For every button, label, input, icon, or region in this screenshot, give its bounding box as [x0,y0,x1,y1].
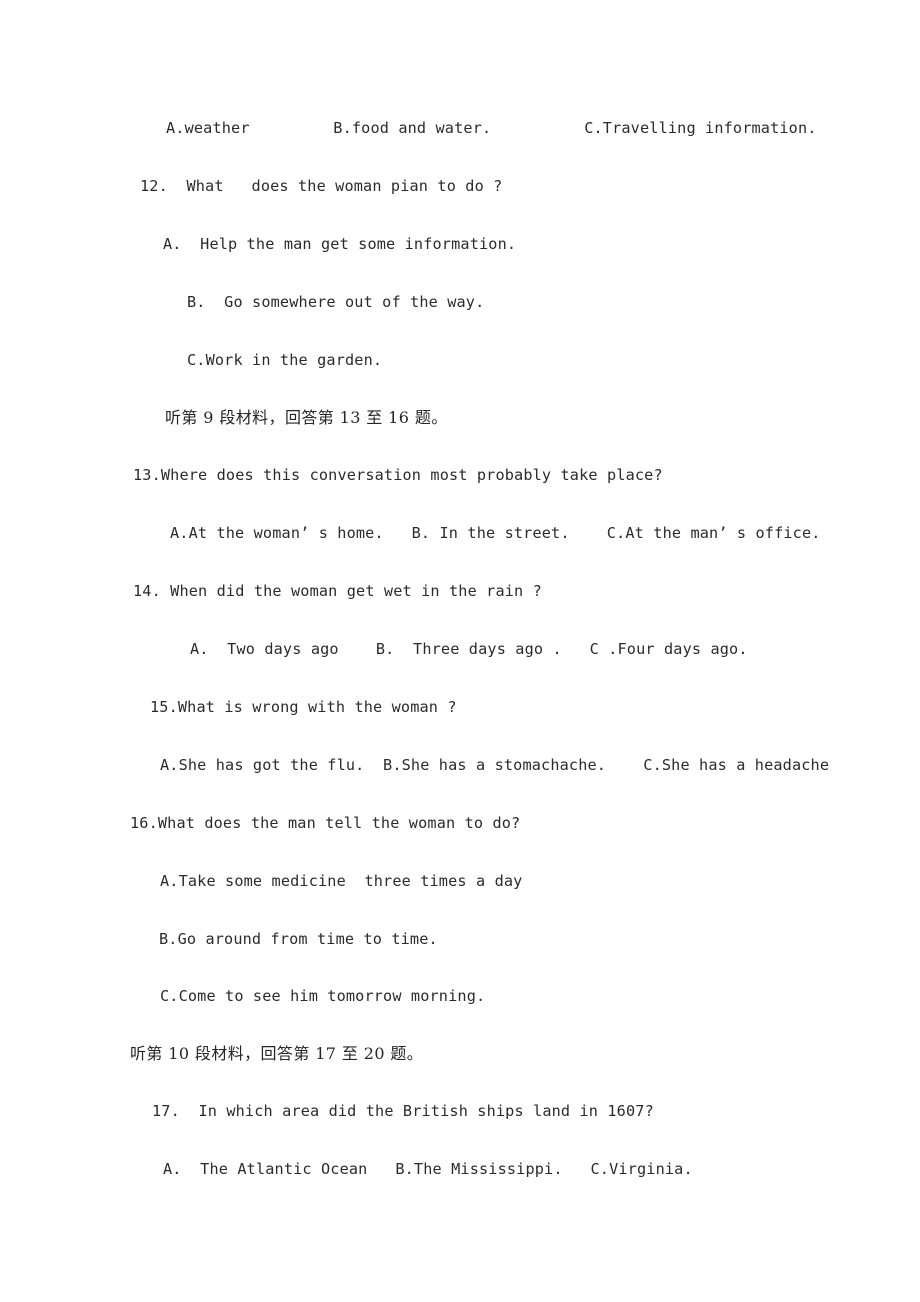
section-10-header: 听第 10 段材料，回答第 17 至 20 题。 [130,1044,424,1063]
q12-stem: 12. What does the woman pian to do ? [140,177,503,195]
q16-option-c: C.Come to see him tomorrow morning. [160,987,486,1005]
q15-stem: 15.What is wrong with the woman ? [150,698,457,716]
q12-option-c: C.Work in the garden. [187,351,383,369]
q14-stem: 14. When did the woman get wet in the ra… [133,582,542,600]
q16-option-a: A.Take some medicine three times a day [160,872,523,890]
section-9-header: 听第 9 段材料，回答第 13 至 16 题。 [165,408,448,427]
q13-options: A.At the woman’ s home. B. In the street… [170,524,821,542]
q13-stem: 13.Where does this conversation most pro… [133,466,663,484]
q16-option-b: B.Go around from time to time. [159,930,438,948]
q15-options: A.She has got the flu. B.She has a stoma… [160,756,830,774]
q11-options: A.weather B.food and water. C.Travelling… [166,119,817,137]
q17-stem: 17. In which area did the British ships … [152,1102,654,1120]
q17-options: A. The Atlantic Ocean B.The Mississippi.… [163,1160,693,1178]
q12-option-b: B. Go somewhere out of the way. [187,293,485,311]
q14-options: A. Two days ago B. Three days ago . C .F… [190,640,748,658]
q12-option-a: A. Help the man get some information. [163,235,517,253]
q16-stem: 16.What does the man tell the woman to d… [130,814,521,832]
worksheet-page: A.weather B.food and water. C.Travelling… [0,0,920,1302]
